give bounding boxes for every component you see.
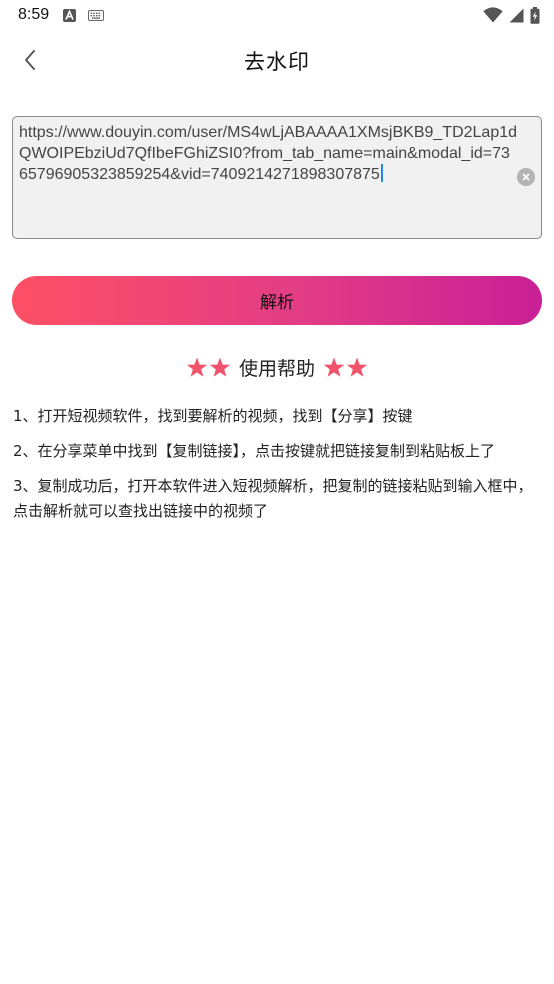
status-time: 8:59 xyxy=(18,6,50,23)
star-icon xyxy=(346,356,368,377)
star-icons-right xyxy=(323,356,368,378)
parse-button[interactable]: 解析 xyxy=(12,276,542,325)
star-icon xyxy=(323,356,345,377)
help-heading: 使用帮助 xyxy=(0,350,554,384)
star-icons-left xyxy=(186,356,231,378)
star-icon xyxy=(209,356,231,377)
clear-circle-icon xyxy=(521,172,531,182)
star-icon xyxy=(186,356,208,377)
font-a-icon xyxy=(63,8,77,22)
text-cursor xyxy=(380,164,383,182)
status-left-icons xyxy=(63,8,105,22)
help-title: 使用帮助 xyxy=(238,357,315,380)
keyboard-icon xyxy=(88,9,105,21)
help-step-2: 2、在分享菜单中找到【复制链接】，点击按键就把链接复制到粘贴板上了 xyxy=(13,442,496,460)
help-step-1: 1、打开短视频软件，找到要解析的视频，找到【分享】按键 xyxy=(13,407,413,425)
help-step-3: 3、复制成功后，打开本软件进入短视频解析，把复制的链接粘贴到输入框中，点击解析就… xyxy=(13,477,533,520)
url-input[interactable]: https://www.douyin.com/user/MS4wLjABAAAA… xyxy=(12,116,542,239)
status-bar: 8:59 xyxy=(0,0,554,30)
url-input-value: https://www.douyin.com/user/MS4wLjABAAAA… xyxy=(19,124,518,183)
wifi-icon xyxy=(483,7,503,23)
page-title: 去水印 xyxy=(244,50,310,74)
app-header: 去水印 xyxy=(0,30,554,90)
url-input-text[interactable]: https://www.douyin.com/user/MS4wLjABAAAA… xyxy=(19,123,517,186)
battery-icon xyxy=(530,6,540,24)
status-right-icons xyxy=(483,6,540,24)
signal-icon xyxy=(509,8,524,23)
help-instructions: 1、打开短视频软件，找到要解析的视频，找到【分享】按键 2、在分享菜单中找到【复… xyxy=(13,404,543,534)
clear-button[interactable] xyxy=(517,168,535,186)
